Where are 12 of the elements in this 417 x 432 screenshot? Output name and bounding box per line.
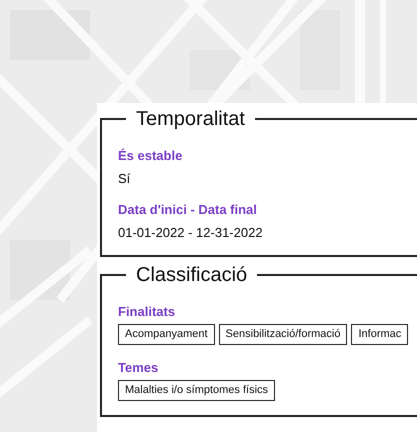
field-value: Sí (118, 170, 132, 187)
field-label: Finalitats (118, 303, 176, 320)
field-value: 01-01-2022 - 12-31-2022 (118, 224, 264, 241)
section-title: Classificació (135, 263, 248, 287)
field-label: És estable (118, 147, 184, 164)
tag: Sensibilització/formació (218, 324, 348, 345)
field-label: Data d'inici - Data final (118, 201, 258, 218)
tag: Malalties i/o símptomes físics (118, 380, 276, 401)
section-title: Temporalitat (135, 107, 246, 131)
field-label: Temes (118, 359, 160, 376)
tag: Acompanyament (118, 324, 215, 345)
tag: Informac (351, 324, 408, 345)
